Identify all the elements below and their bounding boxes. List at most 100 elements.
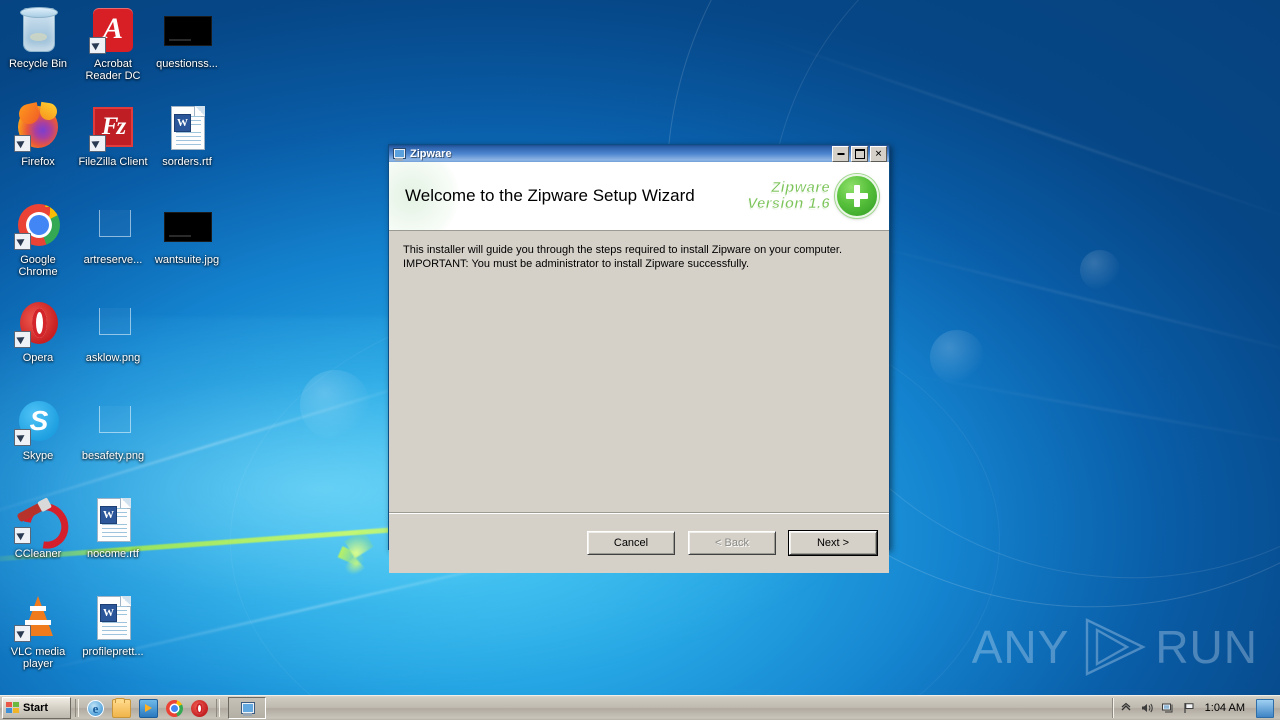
black-image-thumbnail-icon — [163, 6, 212, 54]
firefox-icon — [14, 104, 62, 152]
brand-name: Zipware — [771, 179, 830, 197]
window-buttons: ✕ — [832, 145, 887, 162]
desktop-icon-label: FileZilla Client — [78, 156, 148, 168]
shortcut-arrow-icon — [14, 233, 31, 250]
shortcut-arrow-icon — [14, 331, 31, 348]
desktop-icon-label: nocome.rtf — [87, 548, 139, 560]
zipware-setup-dialog[interactable]: Zipware ✕ Welcome to the Zipware Setup W… — [388, 144, 890, 573]
desktop-icon-label: Skype — [22, 450, 54, 462]
dialog-footer: Cancel < Back Next > — [389, 512, 889, 573]
dialog-title-bar[interactable]: Zipware ✕ — [389, 145, 889, 162]
desktop-icon-label: Acrobat Reader DC — [85, 58, 141, 82]
page-title: Welcome to the Zipware Setup Wizard — [405, 186, 695, 205]
taskbar-separator — [216, 699, 220, 717]
desktop-icon-skype[interactable]: Skype — [0, 398, 76, 462]
windows-flag-icon — [6, 701, 20, 715]
desktop-icon-label: asklow.png — [85, 352, 141, 364]
desktop-icon-questionss[interactable]: questionss... — [149, 6, 225, 70]
windows-explorer-icon[interactable] — [112, 697, 131, 718]
blank-image-icon — [89, 300, 137, 348]
windows-media-player-icon[interactable] — [139, 698, 158, 718]
vlc-icon — [14, 594, 62, 642]
blank-image-icon — [89, 202, 137, 250]
cancel-button[interactable]: Cancel — [587, 531, 675, 555]
network-icon[interactable] — [1161, 701, 1175, 715]
desktop-icon-profileprett[interactable]: W profileprett... — [75, 594, 151, 658]
body-line-1: This installer will guide you through th… — [403, 244, 843, 256]
blank-image-icon — [89, 398, 137, 446]
quick-launch-bar[interactable] — [83, 697, 212, 718]
desktop-icon-label: Opera — [22, 352, 54, 364]
recycle-bin-icon — [14, 6, 62, 54]
desktop-icon-wantsuite-jpg[interactable]: wantsuite.jpg — [149, 202, 225, 266]
close-icon: ✕ — [874, 148, 883, 158]
msi-installer-icon — [392, 147, 406, 161]
close-button[interactable]: ✕ — [870, 145, 887, 162]
internet-explorer-icon[interactable] — [87, 699, 104, 717]
system-tray[interactable]: 1:04 AM — [1111, 698, 1278, 718]
taskbar-separator — [75, 699, 79, 717]
maximize-button[interactable] — [851, 145, 868, 162]
opera-icon[interactable] — [191, 699, 208, 717]
desktop-icon-label: artreserve... — [83, 254, 143, 266]
zipware-installer-task[interactable] — [228, 697, 266, 719]
flag-icon[interactable] — [1182, 701, 1196, 715]
task-buttons[interactable] — [224, 697, 1112, 719]
msi-installer-icon — [240, 701, 255, 716]
show-desktop-icon[interactable] — [1256, 698, 1274, 718]
opera-icon — [14, 300, 62, 348]
show-hidden-icons-icon[interactable] — [1119, 701, 1133, 715]
desktop-icon-recycle-bin[interactable]: Recycle Bin — [0, 6, 76, 70]
back-button: < Back — [688, 531, 776, 555]
desktop-icon-label: wantsuite.jpg — [154, 254, 220, 266]
filezilla-icon — [89, 104, 137, 152]
taskbar[interactable]: Start 1:04 AM — [0, 695, 1280, 720]
desktop-icon-sorders-rtf[interactable]: W sorders.rtf — [149, 104, 225, 168]
dialog-body: This installer will guide you through th… — [389, 231, 889, 512]
desktop-icon-label: Google Chrome — [18, 254, 58, 278]
desktop-icon-asklow-png[interactable]: asklow.png — [75, 300, 151, 364]
body-line-2: IMPORTANT: You must be administrator to … — [403, 258, 750, 270]
chrome-icon — [14, 202, 62, 250]
minimize-button[interactable] — [832, 145, 849, 162]
desktop-icon-filezilla-client[interactable]: FileZilla Client — [75, 104, 151, 168]
skype-icon — [14, 398, 62, 446]
acrobat-reader-icon — [89, 6, 137, 54]
desktop-icon-nocome-rtf[interactable]: W nocome.rtf — [75, 496, 151, 560]
desktop-icon-label: Firefox — [21, 156, 55, 168]
desktop-icon-label: profileprett... — [82, 646, 144, 658]
black-image-thumbnail-icon — [163, 202, 212, 250]
shortcut-arrow-icon — [14, 527, 31, 544]
desktop-icon-google-chrome[interactable]: Google Chrome — [0, 202, 76, 278]
volume-icon[interactable] — [1140, 701, 1154, 715]
shortcut-arrow-icon — [89, 135, 106, 152]
desktop-icon-acrobat-reader-dc[interactable]: Acrobat Reader DC — [75, 6, 151, 82]
shortcut-arrow-icon — [14, 429, 31, 446]
zipware-brand-logo: Zipware Version 1.6 — [747, 174, 879, 218]
word-document-icon: W — [89, 594, 137, 642]
desktop-icon-vlc-media-player[interactable]: VLC media player — [0, 594, 76, 670]
desktop-icon-opera[interactable]: Opera — [0, 300, 76, 364]
desktop-icon-label: sorders.rtf — [162, 156, 212, 168]
dialog-title: Zipware — [410, 147, 452, 160]
desktop-icon-artreserve[interactable]: artreserve... — [75, 202, 151, 266]
desktop-icon-firefox[interactable]: Firefox — [0, 104, 76, 168]
word-document-icon: W — [163, 104, 211, 152]
start-button-label: Start — [23, 702, 49, 714]
ccleaner-icon — [14, 494, 78, 558]
desktop-icon-label: questionss... — [156, 58, 218, 70]
desktop-icon-label: VLC media player — [10, 646, 66, 670]
chrome-icon[interactable] — [166, 699, 183, 717]
green-plus-circle-icon — [835, 174, 879, 218]
desktop-icon-label: CCleaner — [14, 548, 62, 560]
dialog-header: Welcome to the Zipware Setup Wizard Zipw… — [389, 162, 889, 231]
start-button[interactable]: Start — [2, 697, 71, 719]
desktop-icon-label: Recycle Bin — [8, 58, 68, 70]
clock[interactable]: 1:04 AM — [1205, 702, 1245, 714]
shortcut-arrow-icon — [89, 37, 106, 54]
desktop-icon-label: besafety.png — [81, 450, 145, 462]
desktop-icon-besafety-png[interactable]: besafety.png — [75, 398, 151, 462]
desktop-icon-ccleaner[interactable]: CCleaner — [0, 494, 78, 560]
brand-version: Version 1.6 — [747, 195, 830, 212]
next-button[interactable]: Next > — [789, 531, 877, 555]
